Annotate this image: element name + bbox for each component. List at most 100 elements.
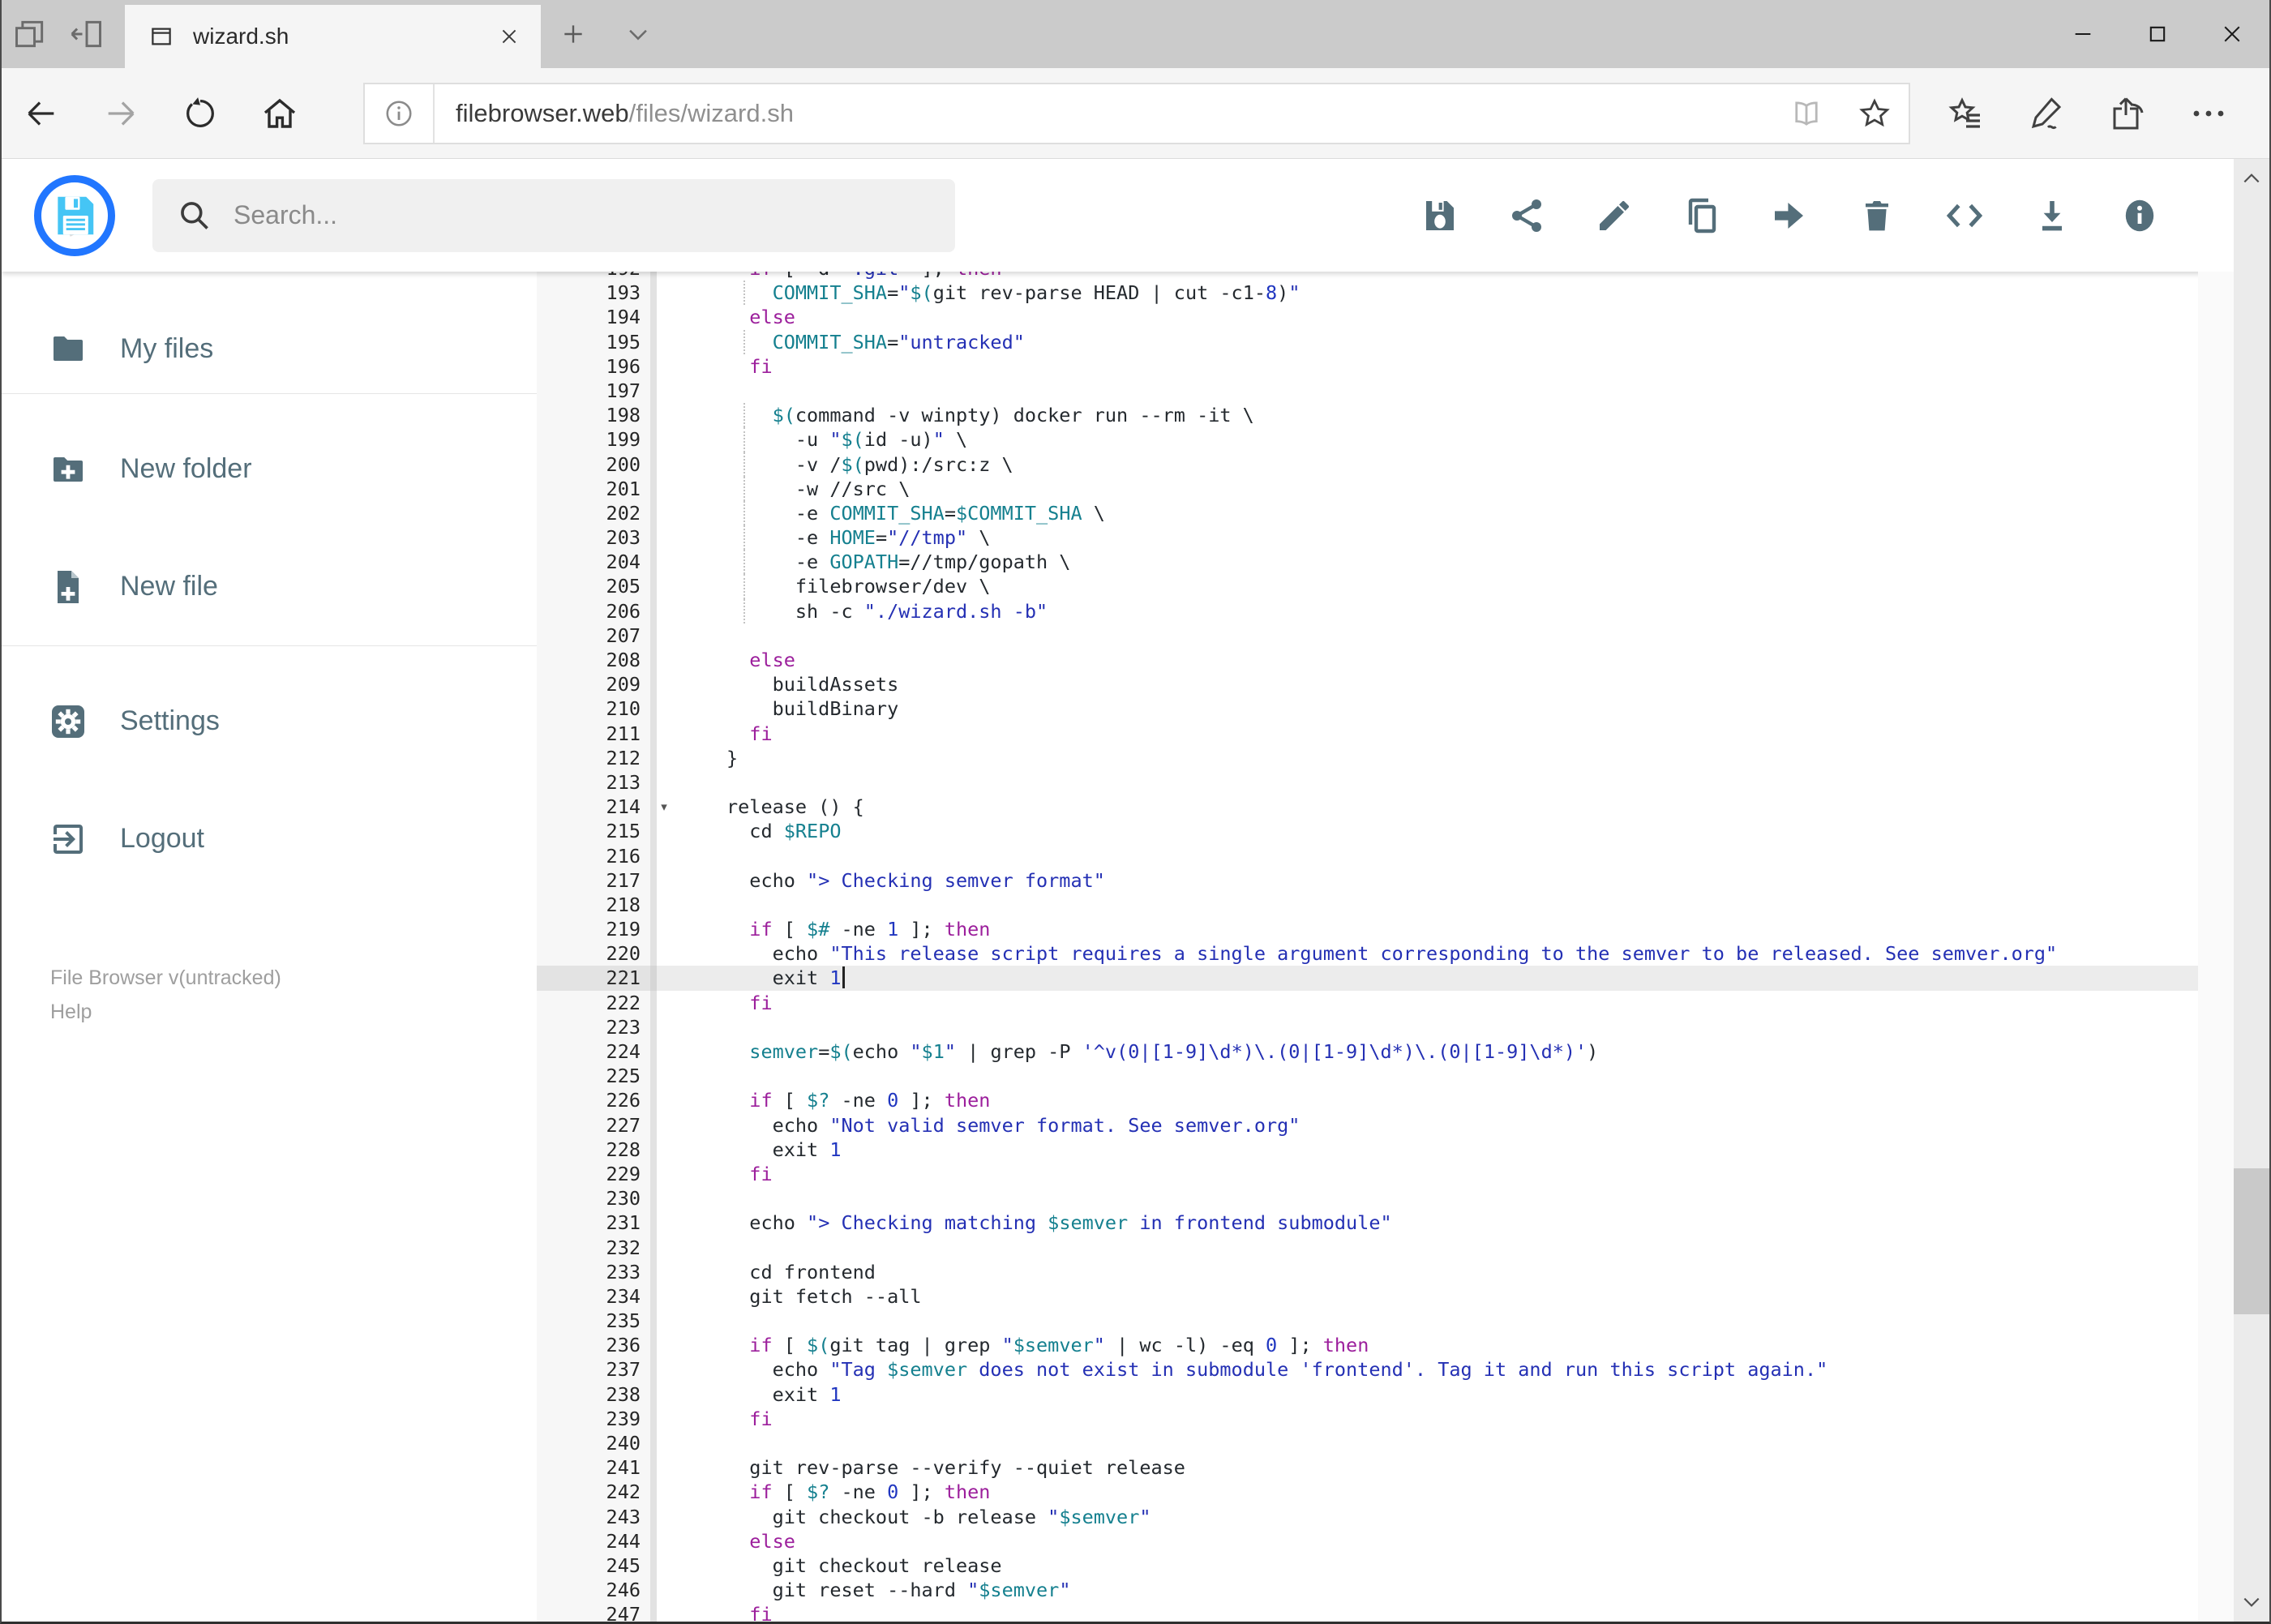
back-button[interactable]: [2, 68, 81, 158]
new-tab-button[interactable]: [541, 0, 606, 68]
fold-arrow-icon[interactable]: ▾: [650, 795, 678, 819]
code-line[interactable]: 242 if [ $? -ne 0 ]; then: [537, 1480, 2201, 1505]
share-button[interactable]: [2087, 94, 2168, 133]
code-line[interactable]: 209 buildAssets: [537, 672, 2201, 697]
code-line[interactable]: 197: [537, 378, 2201, 404]
tab-preview-button[interactable]: [2, 0, 58, 68]
code-line[interactable]: 192 if [ -d ".git" ]; then: [537, 272, 2201, 281]
code-line[interactable]: 213: [537, 769, 2201, 795]
code-line[interactable]: 240: [537, 1431, 2201, 1456]
code-line[interactable]: 236 if [ $(git tag | grep "$semver" | wc…: [537, 1333, 2201, 1358]
move-button[interactable]: [1746, 172, 1833, 259]
sidebar-item-new-file[interactable]: New file: [2, 528, 537, 645]
code-line[interactable]: 233 cd frontend: [537, 1259, 2201, 1284]
code-line[interactable]: 202 -e COMMIT_SHA=$COMMIT_SHA \: [537, 500, 2201, 526]
code-line[interactable]: 194 else: [537, 305, 2201, 330]
code-line[interactable]: 217 echo "> Checking semver format": [537, 868, 2201, 893]
code-line[interactable]: 227 echo "Not valid semver format. See s…: [537, 1112, 2201, 1138]
delete-button[interactable]: [1833, 172, 1921, 259]
sidebar-item-logout[interactable]: Logout: [2, 780, 537, 898]
favorite-button[interactable]: [1840, 84, 1909, 143]
code-line[interactable]: 215 cd $REPO: [537, 819, 2201, 844]
minimize-button[interactable]: [2046, 0, 2120, 68]
code-line[interactable]: 226 if [ $? -ne 0 ]; then: [537, 1088, 2201, 1113]
scroll-down-arrow[interactable]: [2234, 1584, 2269, 1620]
share-file-button[interactable]: [1483, 172, 1570, 259]
annotate-button[interactable]: [2006, 94, 2087, 133]
code-line[interactable]: 243 git checkout -b release "$semver": [537, 1504, 2201, 1529]
code-line[interactable]: 203 -e HOME="//tmp" \: [537, 525, 2201, 551]
code-line[interactable]: 208 else: [537, 648, 2201, 673]
code-line[interactable]: 198 $(command -v winpty) docker run --rm…: [537, 403, 2201, 428]
maximize-button[interactable]: [2120, 0, 2195, 68]
code-line[interactable]: 200 -v /$(pwd):/src:z \: [537, 452, 2201, 477]
search-input[interactable]: [234, 200, 898, 230]
help-link[interactable]: Help: [50, 995, 537, 1029]
scroll-up-arrow[interactable]: [2234, 161, 2269, 196]
code-line[interactable]: 247 fi: [537, 1602, 2201, 1622]
code-line[interactable]: 207: [537, 623, 2201, 648]
code-line[interactable]: 199 -u "$(id -u)" \: [537, 427, 2201, 452]
code-line[interactable]: 201 -w //src \: [537, 476, 2201, 501]
code-line[interactable]: 244 else: [537, 1528, 2201, 1553]
page-scrollbar[interactable]: [2234, 159, 2269, 1622]
code-area[interactable]: 192 if [ -d ".git" ]; then193 COMMIT_SHA…: [537, 272, 2201, 1622]
code-line[interactable]: 241 git rev-parse --verify --quiet relea…: [537, 1455, 2201, 1480]
code-line[interactable]: 229 fi: [537, 1161, 2201, 1187]
copy-button[interactable]: [1658, 172, 1746, 259]
code-line[interactable]: 216: [537, 843, 2201, 868]
site-info-button[interactable]: [365, 84, 435, 143]
code-line[interactable]: 245 git checkout release: [537, 1553, 2201, 1579]
code-line[interactable]: 231 echo "> Checking matching $semver in…: [537, 1211, 2201, 1236]
code-line[interactable]: 218: [537, 892, 2201, 918]
search-box[interactable]: [152, 178, 955, 252]
code-line[interactable]: 225: [537, 1064, 2201, 1089]
code-line[interactable]: 232: [537, 1235, 2201, 1260]
code-line[interactable]: 212}: [537, 745, 2201, 770]
tab-list-button[interactable]: [606, 0, 671, 68]
info-button[interactable]: [2096, 172, 2183, 259]
code-view-button[interactable]: [1921, 172, 2008, 259]
set-tabs-aside-button[interactable]: [58, 0, 115, 68]
code-line[interactable]: 239 fi: [537, 1406, 2201, 1431]
save-button[interactable]: [1395, 172, 1483, 259]
forward-button[interactable]: [81, 68, 161, 158]
code-line[interactable]: 221 exit 1: [537, 966, 2201, 991]
code-editor[interactable]: 192 if [ -d ".git" ]; then193 COMMIT_SHA…: [537, 272, 2201, 1622]
code-line[interactable]: 224 semver=$(echo "$1" | grep -P '^v(0|[…: [537, 1039, 2201, 1065]
code-line[interactable]: 237 echo "Tag $semver does not exist in …: [537, 1357, 2201, 1382]
url-text[interactable]: filebrowser.web/files/wizard.sh: [456, 99, 1772, 128]
scrollbar-thumb[interactable]: [2234, 1168, 2269, 1314]
tab-close-icon[interactable]: [499, 26, 520, 47]
download-button[interactable]: [2008, 172, 2096, 259]
code-line[interactable]: 206 sh -c "./wizard.sh -b": [537, 598, 2201, 623]
code-line[interactable]: 238 exit 1: [537, 1382, 2201, 1407]
sidebar-item-my-files[interactable]: My files: [2, 304, 537, 393]
code-line[interactable]: 214 ▾ release () {: [537, 795, 2201, 820]
code-line[interactable]: 193 COMMIT_SHA="$(git rev-parse HEAD | c…: [537, 281, 2201, 306]
close-button[interactable]: [2195, 0, 2269, 68]
code-line[interactable]: 219 if [ $# -ne 1 ]; then: [537, 917, 2201, 942]
address-bar[interactable]: filebrowser.web/files/wizard.sh: [363, 82, 1910, 144]
app-logo[interactable]: [34, 174, 115, 256]
edit-button[interactable]: [1570, 172, 1658, 259]
code-line[interactable]: 210 buildBinary: [537, 696, 2201, 722]
code-line[interactable]: 222 fi: [537, 990, 2201, 1015]
code-line[interactable]: 234 git fetch --all: [537, 1283, 2201, 1309]
refresh-button[interactable]: [161, 68, 240, 158]
reading-view-button[interactable]: [1772, 84, 1840, 143]
sidebar-item-settings[interactable]: Settings: [2, 662, 537, 780]
code-line[interactable]: 211 fi: [537, 721, 2201, 746]
code-line[interactable]: 205 filebrowser/dev \: [537, 574, 2201, 599]
code-line[interactable]: 196 fi: [537, 354, 2201, 379]
code-line[interactable]: 228 exit 1: [537, 1137, 2201, 1162]
sidebar-item-new-folder[interactable]: New folder: [2, 410, 537, 528]
browser-tab[interactable]: wizard.sh: [125, 5, 541, 68]
code-line[interactable]: 246 git reset --hard "$semver": [537, 1578, 2201, 1603]
more-button[interactable]: [2168, 94, 2249, 133]
code-line[interactable]: 235: [537, 1309, 2201, 1334]
code-line[interactable]: 204 -e GOPATH=//tmp/gopath \: [537, 550, 2201, 575]
code-line[interactable]: 195 COMMIT_SHA="untracked": [537, 329, 2201, 354]
code-line[interactable]: 230: [537, 1186, 2201, 1211]
favorites-hub-button[interactable]: [1925, 94, 2006, 133]
